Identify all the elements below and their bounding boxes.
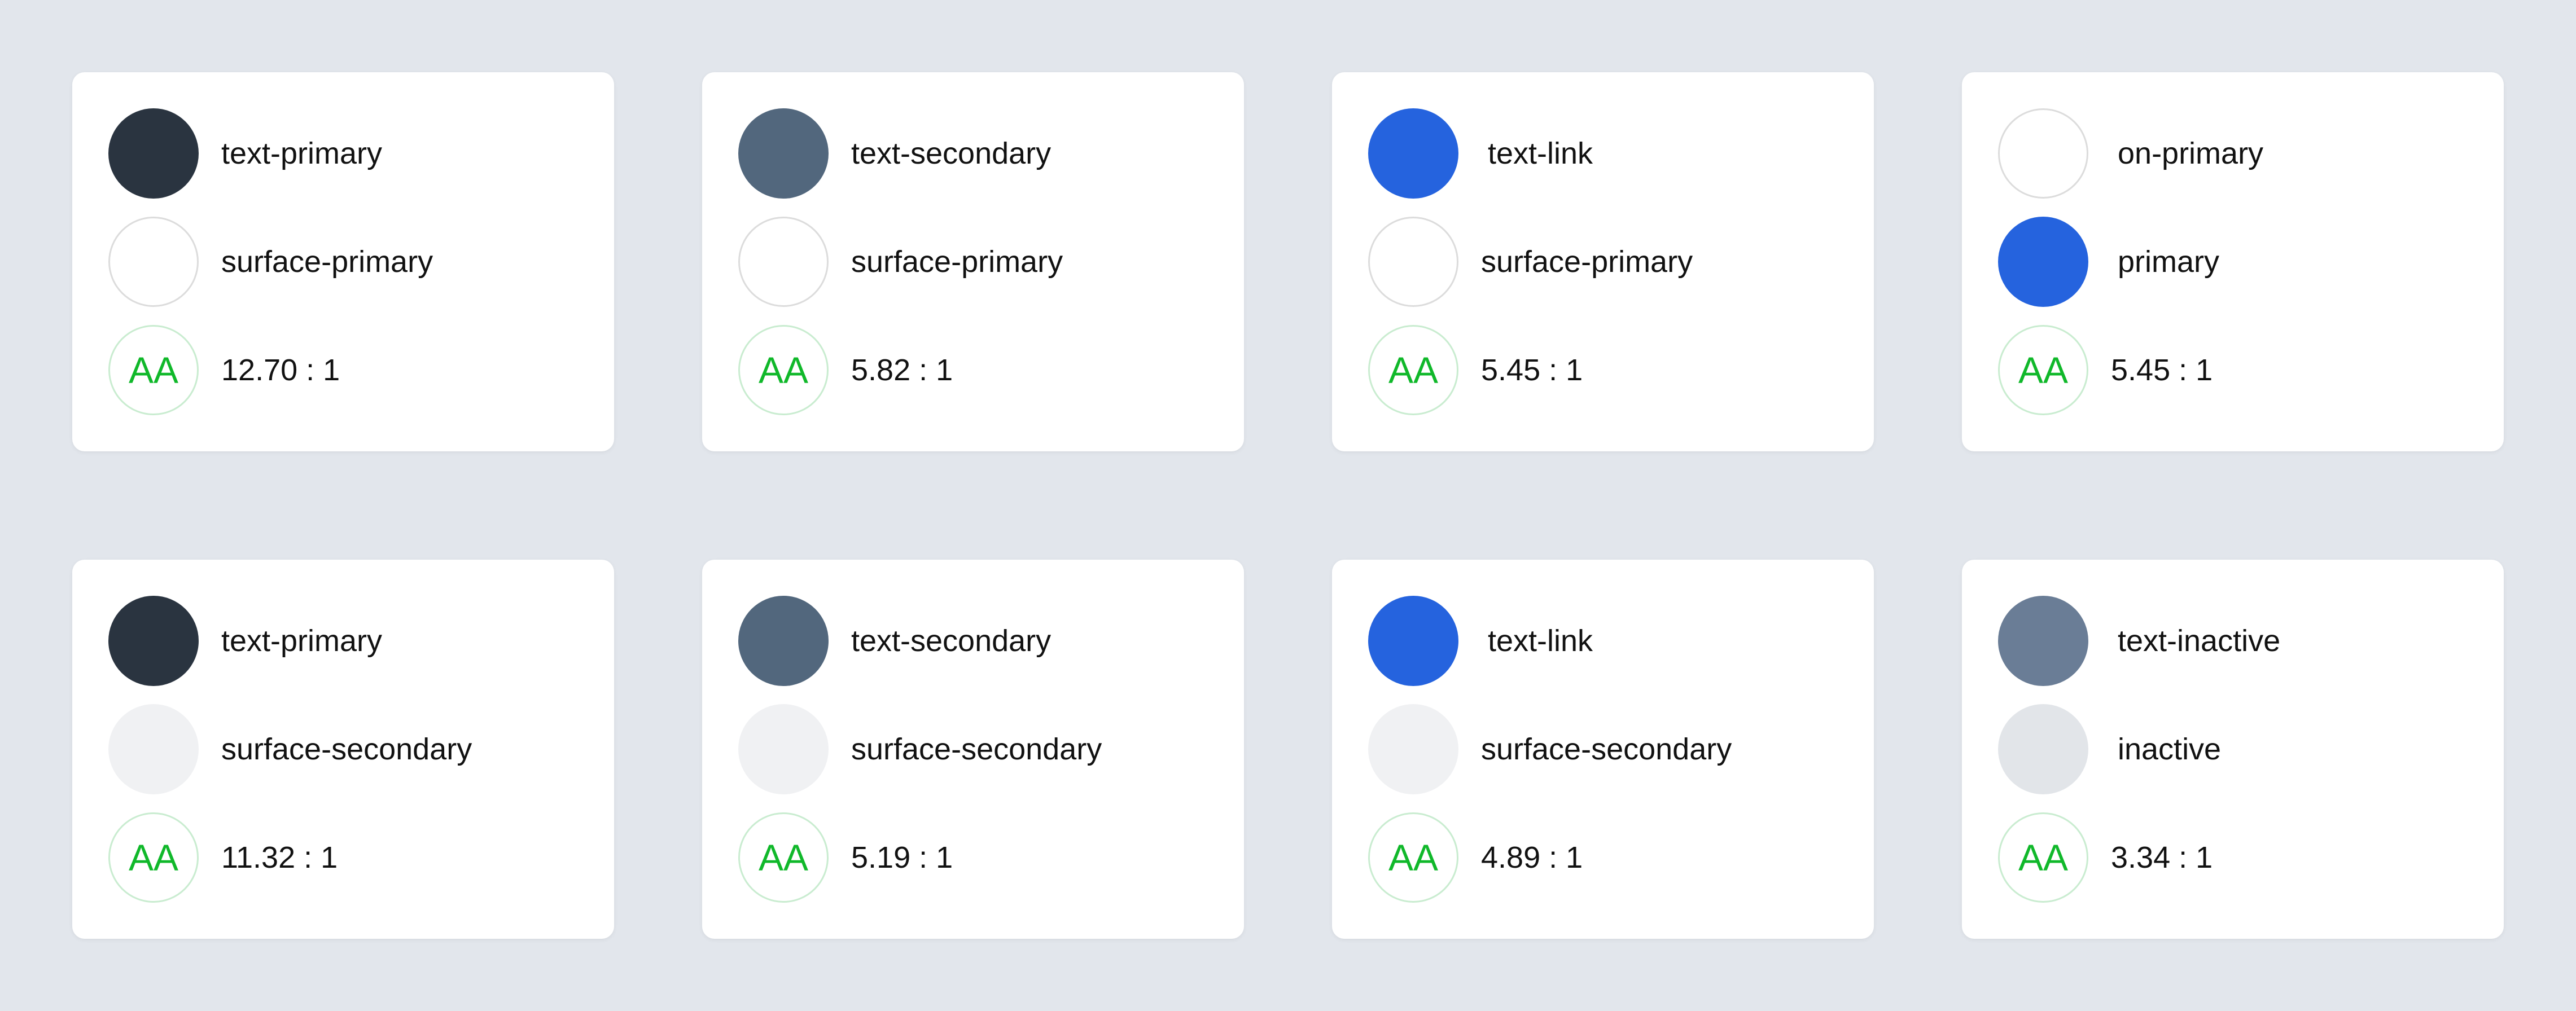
foreground-label: on-primary: [2118, 137, 2264, 170]
contrast-card: text-secondary surface-secondary AA 5.19…: [702, 560, 1244, 939]
result-row: AA 3.34 : 1: [1998, 812, 2468, 903]
foreground-row: text-secondary: [738, 596, 1208, 686]
foreground-row: text-link: [1368, 108, 1838, 199]
contrast-card: text-primary surface-primary AA 12.70 : …: [72, 72, 614, 451]
background-row: surface-primary: [1368, 217, 1838, 307]
background-swatch: [108, 217, 199, 307]
contrast-card-grid: text-primary surface-primary AA 12.70 : …: [72, 72, 2504, 939]
foreground-label: text-secondary: [851, 624, 1052, 658]
background-swatch: [1998, 217, 2088, 307]
aa-badge: AA: [1368, 325, 1458, 415]
foreground-row: text-primary: [108, 108, 578, 199]
result-row: AA 11.32 : 1: [108, 812, 578, 903]
background-label: surface-secondary: [1481, 732, 1732, 766]
result-row: AA 5.82 : 1: [738, 325, 1208, 415]
contrast-card: text-secondary surface-primary AA 5.82 :…: [702, 72, 1244, 451]
contrast-card: text-link surface-primary AA 5.45 : 1: [1332, 72, 1874, 451]
background-swatch: [1368, 704, 1458, 794]
contrast-card: text-link surface-secondary AA 4.89 : 1: [1332, 560, 1874, 939]
background-label: surface-primary: [221, 245, 433, 279]
background-row: surface-secondary: [738, 704, 1208, 794]
foreground-label: text-secondary: [851, 137, 1052, 170]
result-row: AA 12.70 : 1: [108, 325, 578, 415]
foreground-swatch: [1998, 108, 2088, 199]
background-label: inactive: [2118, 732, 2222, 766]
foreground-row: text-primary: [108, 596, 578, 686]
aa-badge: AA: [1998, 812, 2088, 903]
contrast-ratio: 12.70 : 1: [221, 353, 340, 387]
contrast-ratio: 5.19 : 1: [851, 841, 953, 874]
foreground-label: text-primary: [221, 137, 383, 170]
background-swatch: [1368, 217, 1458, 307]
contrast-ratio: 5.45 : 1: [2111, 353, 2213, 387]
contrast-ratio: 5.82 : 1: [851, 353, 953, 387]
contrast-card: text-inactive inactive AA 3.34 : 1: [1962, 560, 2504, 939]
aa-badge: AA: [738, 325, 829, 415]
contrast-ratio: 3.34 : 1: [2111, 841, 2213, 874]
foreground-row: text-inactive: [1998, 596, 2468, 686]
result-row: AA 5.45 : 1: [1998, 325, 2468, 415]
contrast-card: text-primary surface-secondary AA 11.32 …: [72, 560, 614, 939]
foreground-label: text-link: [1488, 137, 1593, 170]
background-label: surface-secondary: [221, 732, 472, 766]
foreground-row: text-secondary: [738, 108, 1208, 199]
result-row: AA 4.89 : 1: [1368, 812, 1838, 903]
contrast-card: on-primary primary AA 5.45 : 1: [1962, 72, 2504, 451]
aa-badge: AA: [1998, 325, 2088, 415]
background-row: surface-primary: [738, 217, 1208, 307]
foreground-label: text-inactive: [2118, 624, 2281, 658]
contrast-ratio: 5.45 : 1: [1481, 353, 1583, 387]
foreground-swatch: [1368, 596, 1458, 686]
background-row: surface-secondary: [1368, 704, 1838, 794]
aa-badge: AA: [738, 812, 829, 903]
result-row: AA 5.45 : 1: [1368, 325, 1838, 415]
result-row: AA 5.19 : 1: [738, 812, 1208, 903]
contrast-ratio: 11.32 : 1: [221, 841, 338, 874]
contrast-ratio: 4.89 : 1: [1481, 841, 1583, 874]
foreground-swatch: [1998, 596, 2088, 686]
background-swatch: [738, 217, 829, 307]
background-row: primary: [1998, 217, 2468, 307]
foreground-swatch: [108, 596, 199, 686]
aa-badge: AA: [1368, 812, 1458, 903]
background-row: surface-primary: [108, 217, 578, 307]
aa-badge: AA: [108, 812, 199, 903]
foreground-row: on-primary: [1998, 108, 2468, 199]
foreground-swatch: [108, 108, 199, 199]
foreground-swatch: [738, 596, 829, 686]
background-label: surface-secondary: [851, 732, 1102, 766]
background-swatch: [738, 704, 829, 794]
foreground-label: text-link: [1488, 624, 1593, 658]
aa-badge: AA: [108, 325, 199, 415]
background-swatch: [1998, 704, 2088, 794]
background-label: surface-primary: [851, 245, 1063, 279]
background-row: surface-secondary: [108, 704, 578, 794]
background-swatch: [108, 704, 199, 794]
foreground-swatch: [1368, 108, 1458, 199]
background-label: primary: [2118, 245, 2220, 279]
foreground-swatch: [738, 108, 829, 199]
foreground-label: text-primary: [221, 624, 383, 658]
background-row: inactive: [1998, 704, 2468, 794]
background-label: surface-primary: [1481, 245, 1693, 279]
foreground-row: text-link: [1368, 596, 1838, 686]
